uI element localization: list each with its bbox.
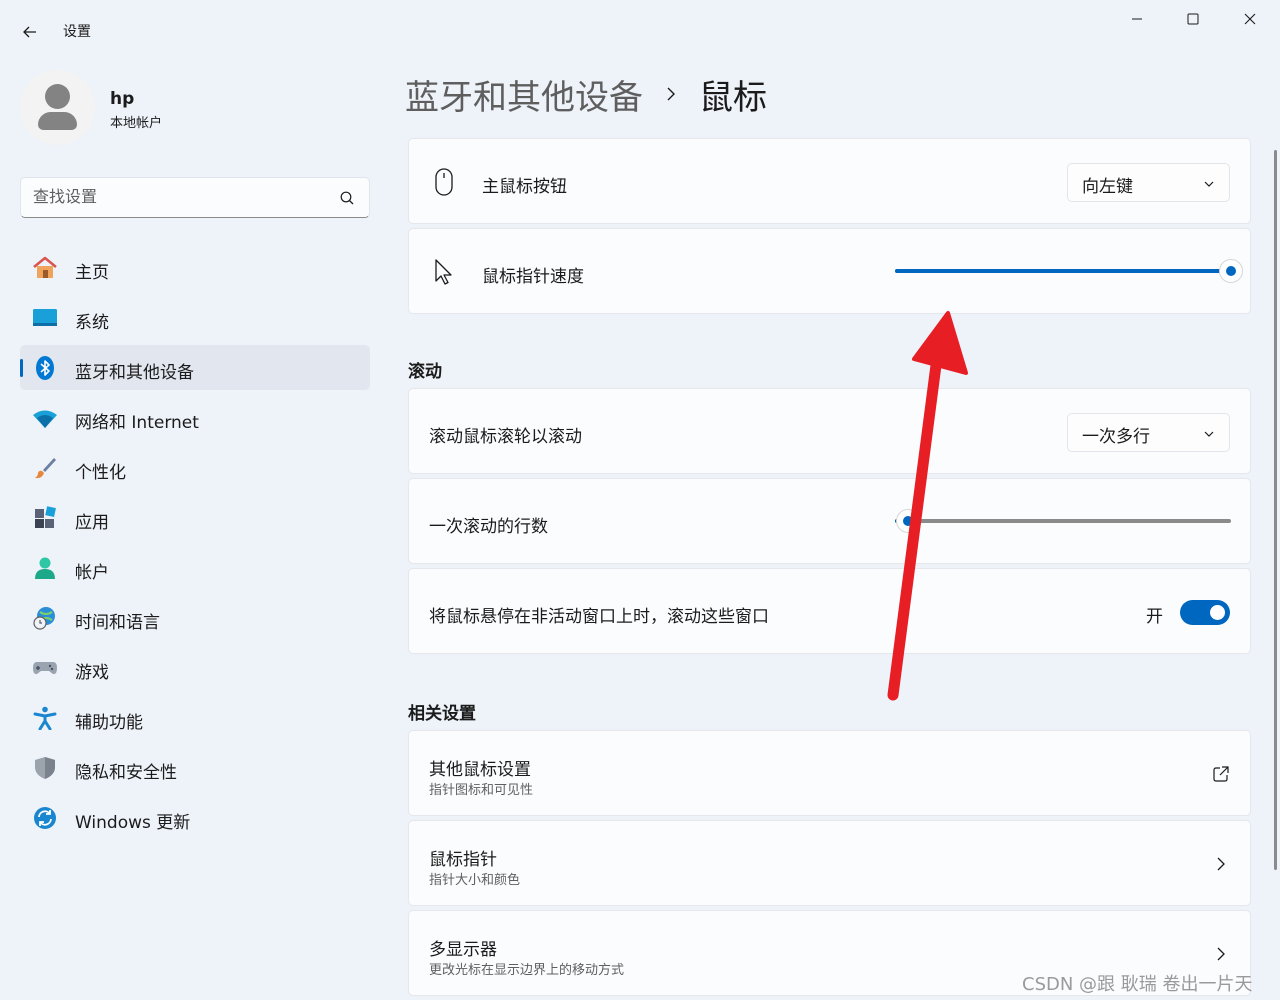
- scrollbar[interactable]: [1274, 150, 1277, 870]
- sidebar-item-privacy[interactable]: 隐私和安全性: [20, 745, 370, 790]
- gamepad-icon: [32, 656, 58, 680]
- shield-icon: [32, 756, 58, 780]
- pointer-speed-label: 鼠标指针速度: [482, 267, 584, 287]
- pointer-speed-slider[interactable]: [895, 259, 1243, 283]
- watermark: CSDN @跟 耿瑞 卷出一片天: [1022, 974, 1253, 995]
- toggle-state-label: 开: [1146, 607, 1163, 627]
- cursor-icon: [435, 259, 452, 285]
- slider-thumb[interactable]: [1219, 259, 1243, 283]
- minimize-icon: [1132, 18, 1142, 20]
- page-title: 鼠标: [699, 77, 767, 118]
- external-link-icon: [1213, 766, 1229, 782]
- sidebar-item-label: 辅助功能: [75, 713, 143, 733]
- sidebar-item-gaming[interactable]: 游戏: [20, 645, 370, 690]
- system-icon: [32, 306, 58, 330]
- inactive-scroll-toggle[interactable]: [1180, 600, 1230, 625]
- arrow-left-icon: [23, 26, 36, 38]
- maximize-icon: [1187, 13, 1199, 25]
- annotation-arrow-icon: [887, 311, 968, 701]
- sidebar-item-network[interactable]: 网络和 Internet: [20, 395, 370, 440]
- toggle-knob: [1210, 605, 1225, 620]
- section-heading-scrolling: 滚动: [408, 362, 442, 382]
- sidebar-item-label: 应用: [75, 513, 109, 533]
- sidebar-item-label: 帐户: [75, 563, 109, 583]
- time-language-icon: [32, 606, 58, 630]
- sidebar-item-time-language[interactable]: 时间和语言: [20, 595, 370, 640]
- sidebar-item-label: 蓝牙和其他设备: [75, 363, 194, 383]
- lines-per-scroll-card: 一次滚动的行数: [408, 478, 1251, 564]
- search-icon[interactable]: [339, 190, 355, 206]
- app-title: 设置: [63, 24, 91, 40]
- sidebar-item-label: 游戏: [75, 663, 109, 683]
- related-item-title: 鼠标指针: [429, 850, 497, 870]
- scroll-wheel-label: 滚动鼠标滚轮以滚动: [429, 427, 582, 447]
- sidebar-item-label: 主页: [75, 263, 109, 283]
- sidebar-item-label: 时间和语言: [75, 613, 160, 633]
- chevron-right-icon: [1217, 947, 1225, 961]
- sidebar-item-label: 个性化: [75, 463, 126, 483]
- lines-per-scroll-label: 一次滚动的行数: [429, 517, 548, 537]
- sidebar-item-bluetooth[interactable]: 蓝牙和其他设备: [20, 345, 370, 390]
- account-type: 本地帐户: [110, 116, 163, 131]
- chevron-down-icon: [1204, 431, 1214, 437]
- sidebar-item-accessibility[interactable]: 辅助功能: [20, 695, 370, 740]
- related-item-subtitle: 指针图标和可见性: [429, 783, 534, 798]
- chevron-down-icon: [1204, 181, 1214, 187]
- sidebar-item-accounts[interactable]: 帐户: [20, 545, 370, 590]
- brush-icon: [32, 456, 58, 480]
- inactive-scroll-label: 将鼠标悬停在非活动窗口上时，滚动这些窗口: [429, 607, 769, 627]
- search-input[interactable]: [33, 187, 333, 206]
- close-icon: [1244, 13, 1256, 25]
- mouse-icon: [435, 168, 453, 196]
- related-item-subtitle: 指针大小和颜色: [429, 873, 521, 888]
- breadcrumb: 蓝牙和其他设备 鼠标: [405, 70, 767, 119]
- related-item-subtitle: 更改光标在显示边界上的移动方式: [429, 963, 625, 978]
- section-heading-related: 相关设置: [408, 704, 476, 724]
- chevron-right-icon: [1217, 857, 1225, 871]
- update-icon: [32, 806, 58, 830]
- accessibility-icon: [32, 706, 58, 730]
- avatar: [20, 70, 95, 145]
- related-item-title: 多显示器: [429, 940, 497, 960]
- wifi-icon: [32, 406, 58, 430]
- sidebar-item-label: 隐私和安全性: [75, 763, 177, 783]
- sidebar-item-apps[interactable]: 应用: [20, 495, 370, 540]
- sidebar-item-label: 网络和 Internet: [75, 413, 199, 433]
- related-item-title: 其他鼠标设置: [429, 760, 531, 780]
- maximize-button[interactable]: [1170, 6, 1216, 32]
- search-box: [20, 177, 370, 218]
- sidebar-item-windows-update[interactable]: Windows 更新: [20, 795, 370, 840]
- dropdown-value: 一次多行: [1082, 427, 1150, 447]
- inactive-scroll-card: 将鼠标悬停在非活动窗口上时，滚动这些窗口 开: [408, 568, 1251, 654]
- apps-icon: [32, 506, 58, 530]
- primary-button-dropdown[interactable]: 向左键: [1067, 163, 1230, 202]
- related-item-mouse-pointer[interactable]: 鼠标指针 指针大小和颜色: [408, 820, 1251, 906]
- account-icon: [32, 556, 58, 580]
- slider-fill: [895, 269, 1231, 273]
- title-bar: 设置: [0, 0, 1280, 60]
- scroll-wheel-dropdown[interactable]: 一次多行: [1067, 413, 1230, 452]
- minimize-button[interactable]: [1114, 6, 1160, 32]
- bluetooth-icon: [32, 356, 58, 380]
- pointer-speed-card: 鼠标指针速度: [408, 228, 1251, 314]
- sidebar-item-home[interactable]: 主页: [20, 245, 370, 290]
- user-name: hp: [110, 89, 135, 109]
- dropdown-value: 向左键: [1082, 177, 1133, 197]
- sidebar-item-label: 系统: [75, 313, 109, 333]
- chevron-right-icon: [665, 86, 677, 102]
- sidebar-item-system[interactable]: 系统: [20, 295, 370, 340]
- sidebar-nav: 主页 系统 蓝牙和其他设备 网络和 Internet 个性化 应用 帐户 时间和…: [20, 245, 370, 845]
- related-item-other-mouse-settings[interactable]: 其他鼠标设置 指针图标和可见性: [408, 730, 1251, 816]
- primary-button-label: 主鼠标按钮: [482, 177, 567, 197]
- close-button[interactable]: [1227, 6, 1273, 32]
- back-button[interactable]: [18, 20, 42, 44]
- primary-button-card: 主鼠标按钮 向左键: [408, 138, 1251, 224]
- scroll-wheel-card: 滚动鼠标滚轮以滚动 一次多行: [408, 388, 1251, 474]
- user-profile[interactable]: hp 本地帐户: [20, 70, 370, 146]
- home-icon: [32, 256, 58, 280]
- sidebar-item-personalization[interactable]: 个性化: [20, 445, 370, 490]
- sidebar-item-label: Windows 更新: [75, 813, 191, 833]
- breadcrumb-parent[interactable]: 蓝牙和其他设备: [405, 70, 643, 119]
